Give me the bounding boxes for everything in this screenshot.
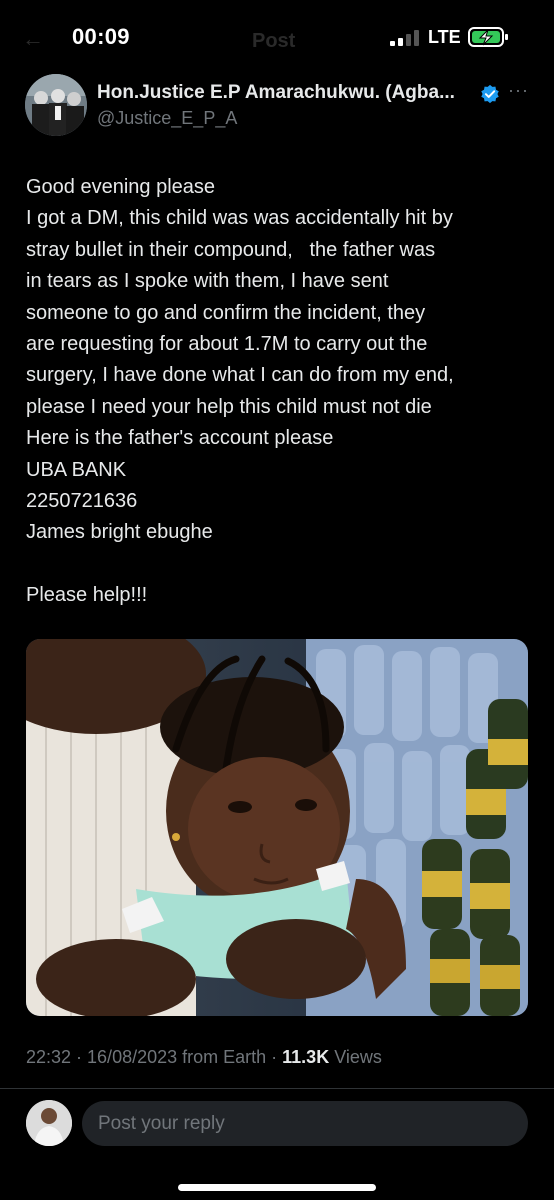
network-label: LTE <box>428 27 461 47</box>
tweet-line: UBA BANK <box>26 458 127 481</box>
tweet-line: stray bullet in their compound, the fath… <box>26 238 436 261</box>
tweet-line: Please help!!! <box>26 584 148 607</box>
tweet-meta: 22:32 · 16/08/2023 from Earth · 11.3K Vi… <box>26 1047 382 1068</box>
reply-placeholder: Post your reply <box>98 1113 225 1134</box>
tweet-line: James bright ebughe <box>26 521 213 544</box>
faded-page-title: Post <box>252 30 296 52</box>
tweet-line: someone to go and confirm the incident, … <box>26 301 426 324</box>
author-avatar[interactable] <box>25 74 87 136</box>
verified-badge-icon <box>481 84 499 104</box>
reply-input[interactable]: Post your reply <box>82 1101 528 1146</box>
tweet-line: surgery, I have done what I can do from … <box>26 364 454 387</box>
tweet-line: Good evening please <box>26 176 216 198</box>
divider <box>0 1088 554 1089</box>
signal-icon <box>390 30 419 46</box>
tweet-line: 2250721636 <box>26 490 138 513</box>
views-label: Views <box>329 1047 382 1067</box>
back-arrow-icon[interactable]: ← <box>22 26 44 52</box>
tweet-timestamp: 22:32 · 16/08/2023 from Earth · <box>26 1047 283 1067</box>
author-name[interactable]: Hon.Justice E.P Amarachukwu. (Agba... <box>97 82 455 104</box>
tweet-line: I got a DM, this child was was accidenta… <box>26 207 453 230</box>
tweet-photo[interactable] <box>26 639 528 1016</box>
tweet-line: Here is the father's account please <box>26 427 334 450</box>
status-time: 00:09 <box>72 24 130 49</box>
status-bar: ← 00:09 Post LTE <box>0 0 554 70</box>
author-handle[interactable]: @Justice_E_P_A <box>97 108 237 129</box>
tweet-author-header: Hon.Justice E.P Amarachukwu. (Agba... ··… <box>0 74 554 140</box>
tweet-line: please I need your help this child must … <box>26 395 432 418</box>
tweet-text: Good evening please I got a DM, this chi… <box>26 172 536 612</box>
user-avatar[interactable] <box>26 1100 72 1146</box>
battery-charging-icon <box>468 27 508 47</box>
views-count[interactable]: 11.3K <box>282 1047 329 1067</box>
home-indicator[interactable] <box>178 1184 376 1191</box>
tweet-line: are requesting for about 1.7M to carry o… <box>26 333 428 356</box>
more-options-icon[interactable]: ··· <box>508 80 529 101</box>
tweet-line: in tears as I spoke with them, I have se… <box>26 270 389 293</box>
